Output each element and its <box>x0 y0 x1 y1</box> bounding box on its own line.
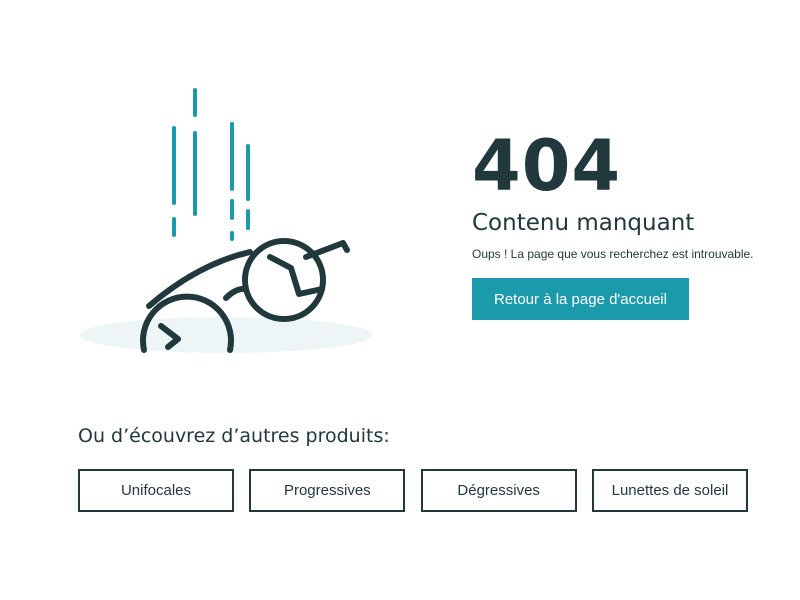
motion-lines <box>172 88 250 241</box>
home-button[interactable]: Retour à la page d'accueil <box>472 278 689 320</box>
error-page: 404 Contenu manquant Oups ! La page que … <box>0 0 800 600</box>
product-button-degressives[interactable]: Dégressives <box>420 469 577 512</box>
error-message: Oups ! La page que vous recherchez est i… <box>472 247 754 261</box>
product-button-progressives[interactable]: Progressives <box>249 469 406 512</box>
error-block: 404 Contenu manquant Oups ! La page que … <box>472 128 782 320</box>
error-title: Contenu manquant <box>472 210 695 236</box>
product-button-unifocales[interactable]: Unifocales <box>78 469 234 512</box>
product-button-sunglasses[interactable]: Lunettes de soleil <box>591 469 748 512</box>
product-buttons: Unifocales Progressives Dégressives Lune… <box>78 469 748 512</box>
falling-glasses-icon <box>78 84 378 356</box>
error-code: 404 <box>472 125 622 207</box>
discover-title: Ou d’écouvrez d’autres produits: <box>78 425 390 447</box>
